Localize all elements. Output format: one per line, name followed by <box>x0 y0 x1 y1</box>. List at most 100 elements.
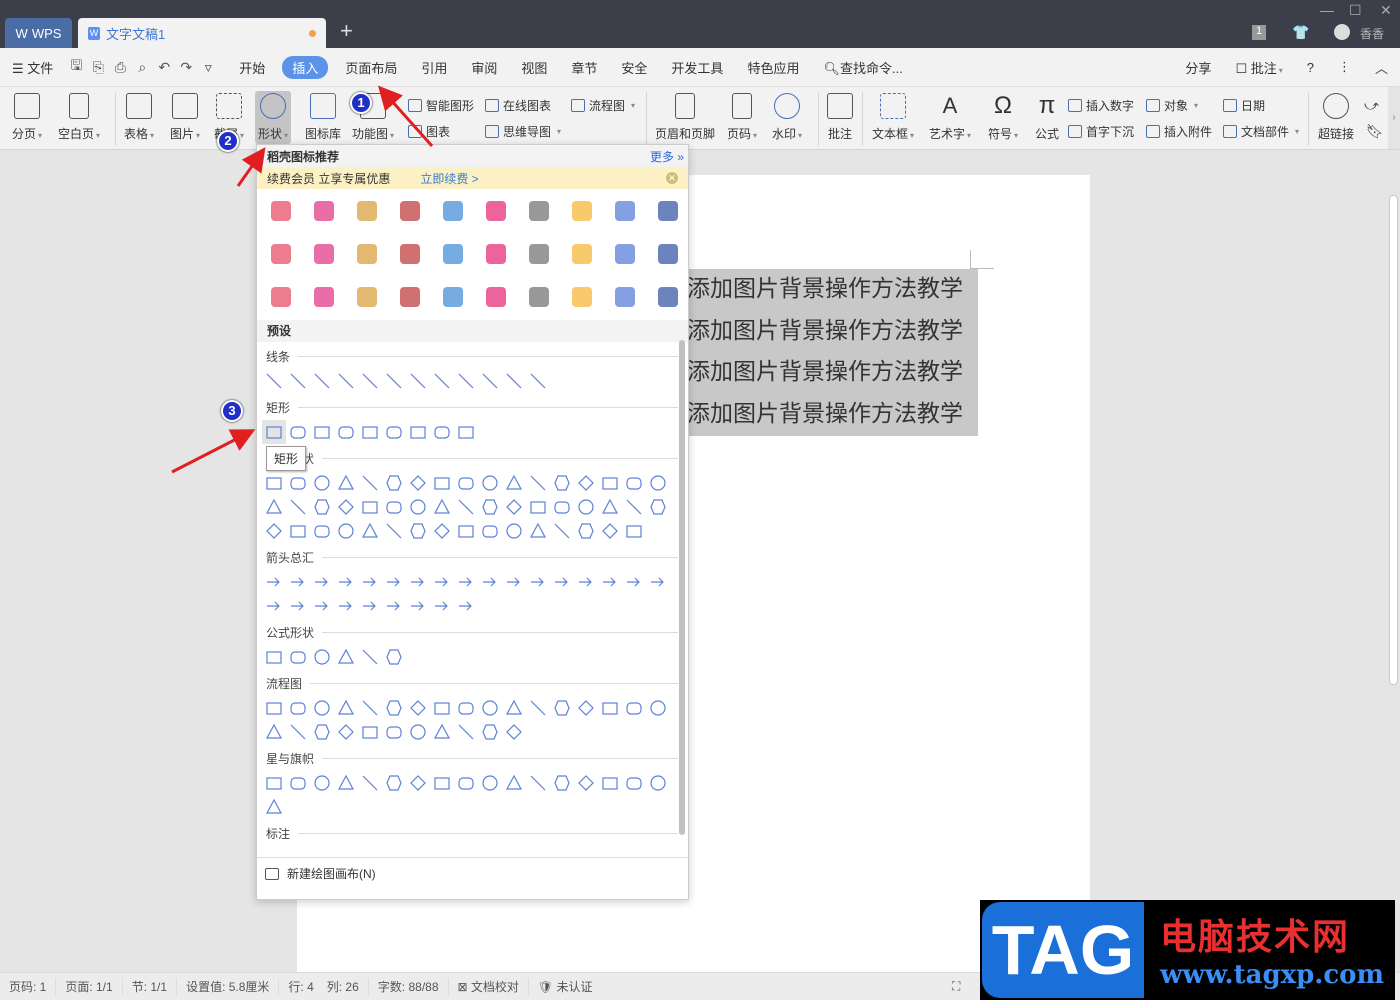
status-column[interactable]: 列: 26 <box>318 978 369 995</box>
shape-button[interactable] <box>502 471 526 495</box>
shape-button[interactable] <box>454 570 478 594</box>
vertical-scrollbar[interactable] <box>1387 160 1400 972</box>
shape-button[interactable] <box>430 369 454 393</box>
insert-number-button[interactable]: 插入数字 <box>1068 97 1134 114</box>
shape-button[interactable] <box>262 720 286 744</box>
shape-button[interactable] <box>454 519 478 543</box>
customize-toolbar-icon[interactable]: ▿ <box>197 59 219 76</box>
shape-button[interactable] <box>334 495 358 519</box>
document-parts-button[interactable]: 文档部件 ▾ <box>1223 123 1299 140</box>
tab-view[interactable]: 视图 <box>509 58 559 77</box>
picture-button[interactable]: 图片 ▾ <box>170 93 200 142</box>
shape-button[interactable] <box>358 420 382 444</box>
shape-button[interactable] <box>358 519 382 543</box>
shape-button[interactable] <box>358 495 382 519</box>
shape-button[interactable] <box>502 369 526 393</box>
flowchart-button[interactable]: 流程图 ▾ <box>571 97 635 114</box>
shape-button[interactable] <box>406 771 430 795</box>
shape-button[interactable] <box>598 519 622 543</box>
more-link[interactable]: 更多 » <box>650 148 684 165</box>
shape-button[interactable] <box>430 570 454 594</box>
close-button[interactable]: ✕ <box>1380 2 1392 19</box>
close-promo-icon[interactable]: ✕ <box>666 172 678 184</box>
drop-cap-button[interactable]: 首字下沉 <box>1068 123 1134 140</box>
shape-button[interactable] <box>502 720 526 744</box>
shape-button[interactable] <box>502 495 526 519</box>
print-icon[interactable]: ⎙ <box>109 59 131 76</box>
shape-button[interactable] <box>454 771 478 795</box>
help-icon[interactable]: ? <box>1295 60 1326 75</box>
page-break-button[interactable]: 分页 ▾ <box>12 93 42 142</box>
recommended-icon[interactable] <box>431 189 474 232</box>
shape-button[interactable] <box>598 570 622 594</box>
window-count-badge[interactable]: 1 <box>1252 25 1266 40</box>
avatar[interactable] <box>1334 24 1350 40</box>
shape-button[interactable] <box>478 696 502 720</box>
new-drawing-canvas-button[interactable]: 新建绘图画布(N) <box>257 857 688 889</box>
shape-button[interactable] <box>334 771 358 795</box>
shape-button[interactable] <box>478 519 502 543</box>
shape-button[interactable] <box>526 570 550 594</box>
recommended-icon[interactable] <box>646 275 689 318</box>
status-section[interactable]: 节: 1/1 <box>123 978 178 995</box>
symbol-button[interactable]: Ω 符号 ▾ <box>988 93 1018 142</box>
shape-button[interactable] <box>262 471 286 495</box>
shape-button[interactable] <box>550 495 574 519</box>
shape-button[interactable] <box>430 696 454 720</box>
shape-button[interactable] <box>310 369 334 393</box>
shape-button[interactable] <box>310 570 334 594</box>
shape-button[interactable] <box>622 519 646 543</box>
shape-button[interactable] <box>406 720 430 744</box>
watermark-button[interactable]: 水印 ▾ <box>772 93 802 142</box>
tab-security[interactable]: 安全 <box>609 58 659 77</box>
shape-button[interactable] <box>382 495 406 519</box>
recommended-icon[interactable] <box>603 275 646 318</box>
shape-button[interactable] <box>430 720 454 744</box>
recommended-icon[interactable] <box>302 275 345 318</box>
shape-button[interactable] <box>550 570 574 594</box>
minimize-button[interactable]: — <box>1320 2 1334 18</box>
shape-button[interactable] <box>262 696 286 720</box>
redo-icon[interactable]: ↷ <box>175 59 197 76</box>
shape-button[interactable] <box>406 594 430 618</box>
recommended-icon[interactable] <box>259 232 302 275</box>
shape-button[interactable] <box>454 471 478 495</box>
shape-button[interactable] <box>262 645 286 669</box>
shape-button[interactable] <box>334 420 358 444</box>
shape-button[interactable] <box>334 519 358 543</box>
shape-button[interactable] <box>310 471 334 495</box>
recommended-icon[interactable] <box>259 275 302 318</box>
shape-button[interactable] <box>286 594 310 618</box>
recommended-icon[interactable] <box>345 275 388 318</box>
shape-button[interactable] <box>478 471 502 495</box>
shape-button[interactable] <box>382 594 406 618</box>
recommended-icon[interactable] <box>259 189 302 232</box>
shape-button[interactable] <box>574 696 598 720</box>
shape-button[interactable] <box>358 594 382 618</box>
shape-button[interactable] <box>502 570 526 594</box>
shape-button[interactable] <box>286 696 310 720</box>
cross-reference-icon[interactable]: ⤻ <box>1364 97 1379 114</box>
file-menu[interactable]: ☰ 文件 <box>0 58 65 77</box>
shape-button[interactable] <box>286 570 310 594</box>
recommended-icon[interactable] <box>474 275 517 318</box>
shape-button[interactable] <box>646 771 670 795</box>
print-preview-icon[interactable]: ⌕ <box>131 59 153 76</box>
recommended-icon[interactable] <box>302 232 345 275</box>
share-button[interactable]: 分享 <box>1173 58 1223 77</box>
shape-button[interactable] <box>382 696 406 720</box>
shape-button[interactable] <box>286 420 310 444</box>
shape-button[interactable] <box>646 570 670 594</box>
recommended-icon[interactable] <box>603 232 646 275</box>
document-text-line[interactable]: 添加图片背景操作方法教学 <box>687 352 978 394</box>
shape-button[interactable] <box>286 645 310 669</box>
shape-button[interactable] <box>286 720 310 744</box>
chart-button[interactable]: 图表 <box>408 123 450 140</box>
shape-button[interactable] <box>526 519 550 543</box>
shape-button[interactable] <box>262 570 286 594</box>
shape-button[interactable] <box>454 369 478 393</box>
shape-button[interactable] <box>598 696 622 720</box>
maximize-button[interactable]: ☐ <box>1349 2 1362 19</box>
shape-button[interactable] <box>526 771 550 795</box>
wps-home-tab[interactable]: W WPS <box>5 18 72 48</box>
